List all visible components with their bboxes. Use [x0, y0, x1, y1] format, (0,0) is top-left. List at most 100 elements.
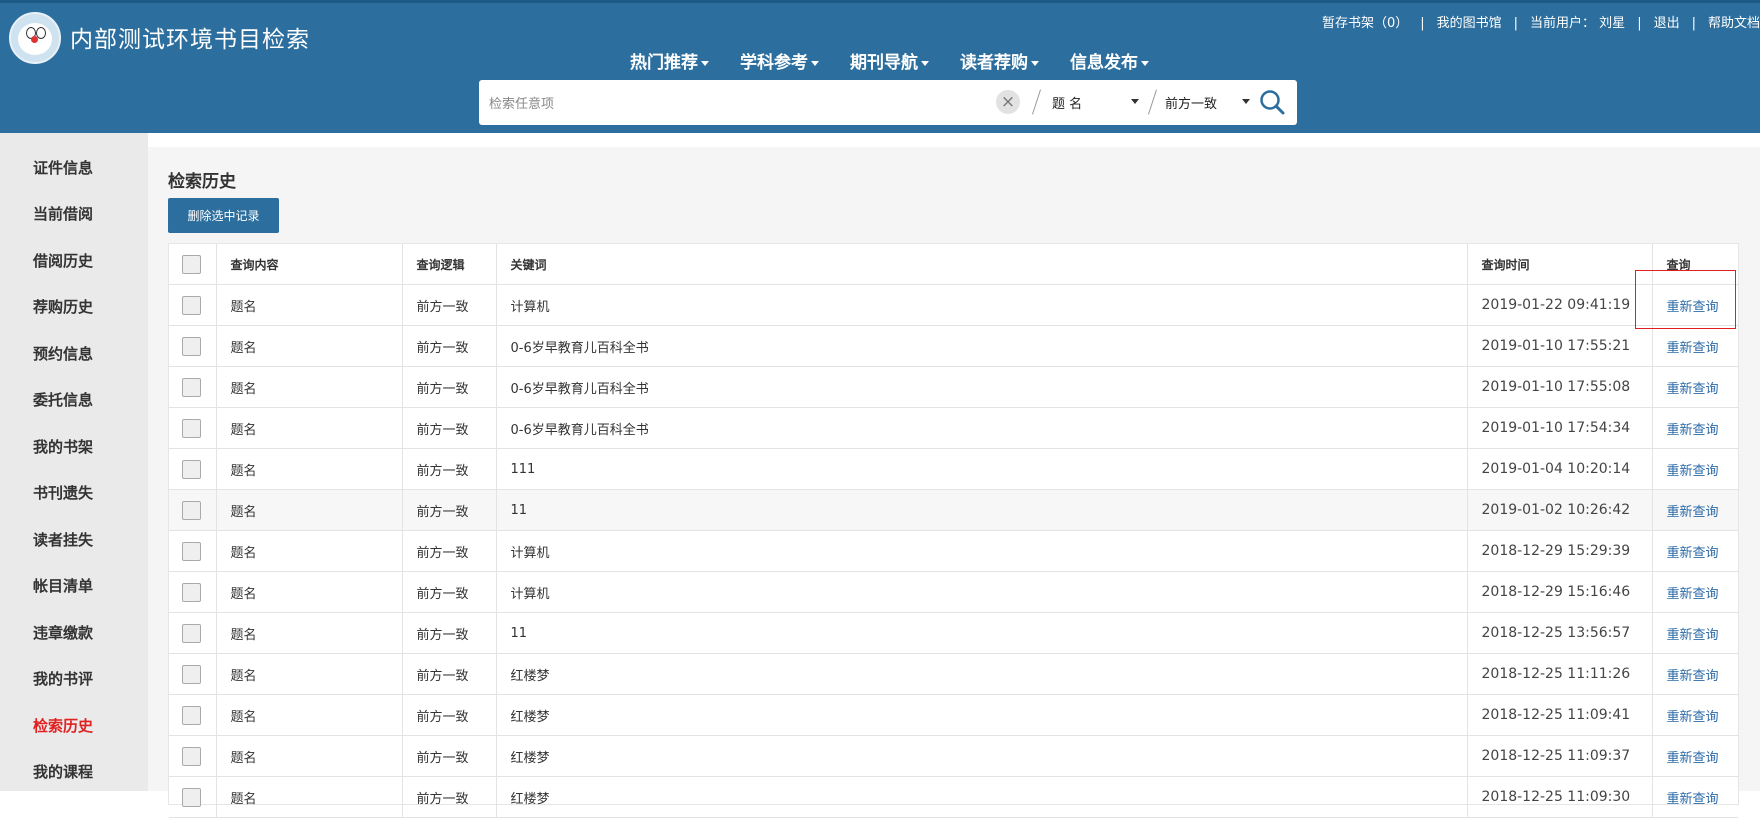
query-content-cell: 题名	[216, 284, 403, 326]
requery-link[interactable]: 重新查询	[1667, 710, 1719, 725]
row-checkbox[interactable]	[182, 705, 201, 725]
requery-cell: 重新查询	[1652, 776, 1738, 818]
row-checkbox[interactable]	[182, 459, 201, 479]
current-user-label: 当前用户：	[1530, 16, 1596, 31]
requery-link[interactable]: 重新查询	[1667, 751, 1719, 766]
sidebar-item-account-list[interactable]: 帐目清单	[33, 575, 93, 596]
sidebar-item-book-lost[interactable]: 书刊遗失	[33, 482, 93, 503]
row-checkbox[interactable]	[182, 623, 201, 643]
select-all-checkbox[interactable]	[182, 254, 201, 274]
sidebar-item-borrow-history[interactable]: 借阅历史	[33, 250, 93, 271]
keyword-cell: 红楼梦	[496, 776, 1468, 818]
row-checkbox[interactable]	[182, 500, 201, 520]
requery-cell: 重新查询	[1652, 653, 1738, 695]
query-logic-cell: 前方一致	[402, 612, 497, 654]
search-icon[interactable]	[1259, 89, 1285, 115]
column-header: 查询时间	[1467, 244, 1653, 285]
requery-cell: 重新查询	[1652, 612, 1738, 654]
sidebar-item-delegation[interactable]: 委托信息	[33, 389, 93, 410]
row-checkbox[interactable]	[182, 418, 201, 438]
query-logic-cell: 前方一致	[402, 284, 497, 326]
logout-link[interactable]: 退出	[1654, 16, 1680, 31]
row-checkbox[interactable]	[182, 336, 201, 356]
header: 内部测试环境书目检索 暂存书架（0） | 我的图书馆 | 当前用户： 刘星 | 退出 | 帮助文…	[0, 0, 1760, 133]
match-select-caret-icon[interactable]	[1242, 99, 1250, 104]
nav-journal-navigation[interactable]: 期刊导航	[850, 48, 929, 73]
row-select-cell	[169, 407, 217, 449]
sidebar-item-current-borrow[interactable]: 当前借阅	[33, 203, 93, 224]
top-links: 暂存书架（0） | 我的图书馆 | 当前用户： 刘星 | 退出 | 帮助文档	[1321, 16, 1760, 31]
logo-icon[interactable]	[9, 12, 61, 64]
requery-link[interactable]: 重新查询	[1667, 300, 1719, 315]
nav-reader-recommend[interactable]: 读者荐购	[960, 48, 1039, 73]
row-checkbox[interactable]	[182, 377, 201, 397]
requery-cell: 重新查询	[1652, 694, 1738, 736]
table-row: 题名 前方一致 11 2019-01-02 10:26:42 重新查询	[169, 489, 1738, 531]
row-select-cell	[169, 571, 217, 613]
row-checkbox[interactable]	[182, 664, 201, 684]
row-checkbox[interactable]	[182, 787, 201, 807]
requery-link[interactable]: 重新查询	[1667, 669, 1719, 684]
requery-link[interactable]: 重新查询	[1667, 505, 1719, 520]
temp-shelf-link[interactable]: 暂存书架（0）	[1322, 16, 1408, 31]
keyword-cell: 计算机	[496, 571, 1468, 613]
my-library-link[interactable]: 我的图书馆	[1437, 16, 1502, 31]
sidebar-item-reservation[interactable]: 预约信息	[33, 343, 93, 364]
nav-info-publish[interactable]: 信息发布	[1070, 48, 1149, 73]
row-checkbox[interactable]	[182, 541, 201, 561]
requery-cell: 重新查询	[1652, 366, 1738, 408]
requery-link[interactable]: 重新查询	[1667, 464, 1719, 479]
clear-icon[interactable]: ×	[996, 90, 1020, 114]
query-time-cell: 2018-12-25 11:11:26	[1467, 653, 1653, 695]
row-select-cell	[169, 325, 217, 367]
query-time-cell: 2019-01-22 09:41:19	[1467, 284, 1653, 326]
requery-link[interactable]: 重新查询	[1667, 341, 1719, 356]
sidebar-item-my-shelf[interactable]: 我的书架	[33, 436, 93, 457]
header-top-border	[0, 0, 1760, 3]
field-select-caret-icon[interactable]	[1131, 99, 1139, 104]
column-header: 查询	[1652, 244, 1738, 285]
requery-link[interactable]: 重新查询	[1667, 546, 1719, 561]
query-content-cell: 题名	[216, 325, 403, 367]
query-time-cell: 2018-12-25 11:09:37	[1467, 735, 1653, 777]
requery-cell: 重新查询	[1652, 571, 1738, 613]
sidebar-item-search-history[interactable]: 检索历史	[33, 715, 93, 736]
help-link[interactable]: 帮助文档	[1708, 16, 1760, 31]
column-header: 查询逻辑	[402, 244, 497, 285]
row-checkbox[interactable]	[182, 582, 201, 602]
query-content-cell: 题名	[216, 735, 403, 777]
sidebar-item-reader-lost[interactable]: 读者挂失	[33, 529, 93, 550]
sidebar-item-my-reviews[interactable]: 我的书评	[33, 668, 93, 689]
nav-hot-recommend[interactable]: 热门推荐	[630, 48, 709, 73]
row-checkbox[interactable]	[182, 295, 201, 315]
row-select-cell	[169, 489, 217, 531]
sidebar-item-fine-payment[interactable]: 违章缴款	[33, 622, 93, 643]
divider	[1148, 89, 1157, 115]
nav-subject-reference[interactable]: 学科参考	[740, 48, 819, 73]
query-logic-cell: 前方一致	[402, 776, 497, 818]
requery-link[interactable]: 重新查询	[1667, 628, 1719, 643]
table-row: 题名 前方一致 计算机 2018-12-29 15:16:46 重新查询	[169, 571, 1738, 613]
sidebar-item-my-courses[interactable]: 我的课程	[33, 761, 93, 782]
query-time-cell: 2019-01-04 10:20:14	[1467, 448, 1653, 490]
delete-selected-button[interactable]: 删除选中记录	[168, 198, 279, 233]
query-content-cell: 题名	[216, 407, 403, 449]
search-input[interactable]	[487, 91, 991, 115]
row-select-cell	[169, 694, 217, 736]
query-time-cell: 2018-12-25 11:09:41	[1467, 694, 1653, 736]
requery-link[interactable]: 重新查询	[1667, 587, 1719, 602]
requery-cell: 重新查询	[1652, 325, 1738, 367]
sidebar-item-recommend-history[interactable]: 荐购历史	[33, 296, 93, 317]
requery-link[interactable]: 重新查询	[1667, 423, 1719, 438]
row-checkbox[interactable]	[182, 746, 201, 766]
site-title: 内部测试环境书目检索	[70, 27, 310, 53]
requery-link[interactable]: 重新查询	[1667, 382, 1719, 397]
table-row: 题名 前方一致 红楼梦 2018-12-25 11:09:41 重新查询	[169, 694, 1738, 736]
field-select[interactable]: 题 名	[1052, 93, 1082, 112]
keyword-cell: 11	[496, 489, 1468, 531]
requery-cell: 重新查询	[1652, 407, 1738, 449]
requery-link[interactable]: 重新查询	[1667, 792, 1719, 807]
match-select[interactable]: 前方一致	[1165, 93, 1217, 112]
sidebar-item-id-info[interactable]: 证件信息	[33, 157, 93, 178]
requery-cell: 重新查询	[1652, 530, 1738, 572]
